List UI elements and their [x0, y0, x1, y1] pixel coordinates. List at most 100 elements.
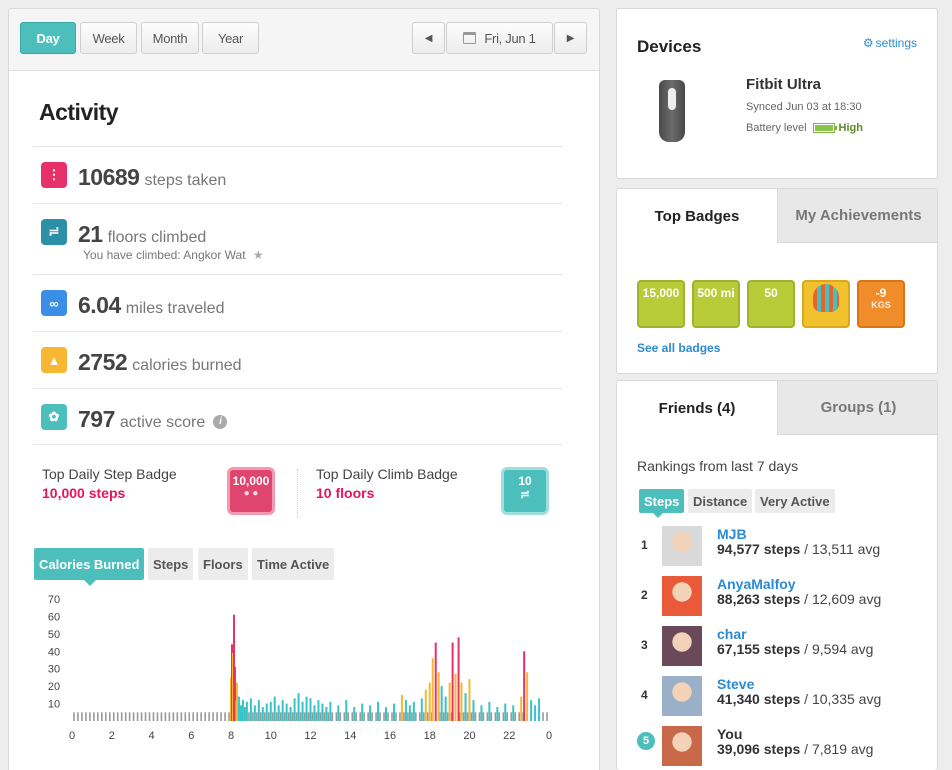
info-icon[interactable]: i — [213, 415, 228, 429]
chart-bar[interactable] — [520, 696, 523, 721]
friend-name[interactable]: AnyaMalfoy — [717, 576, 796, 592]
chart-bar[interactable] — [317, 700, 320, 721]
chart-bar[interactable] — [265, 703, 268, 721]
chart-bar[interactable] — [325, 707, 328, 721]
chart-bar[interactable] — [313, 705, 316, 721]
chart-bar[interactable] — [404, 700, 407, 721]
chart-bar[interactable] — [431, 658, 434, 721]
chart-bar[interactable] — [241, 700, 244, 721]
tab-year[interactable]: Year — [202, 22, 259, 54]
chart-bar[interactable] — [454, 673, 457, 721]
chart-bar[interactable] — [253, 705, 256, 721]
chart-bar[interactable] — [245, 701, 248, 721]
chart-bar[interactable] — [273, 696, 276, 721]
tab-week[interactable]: Week — [80, 22, 137, 54]
chart-bar[interactable] — [480, 705, 483, 721]
chart-bar[interactable] — [235, 682, 238, 721]
chart-bar[interactable] — [408, 705, 411, 721]
chart-bar[interactable] — [448, 682, 451, 721]
chart-bar[interactable] — [281, 700, 284, 721]
trophy-badge-icon[interactable]: 500 mi — [692, 280, 740, 328]
chart-bar[interactable] — [377, 701, 380, 721]
filter-distance[interactable]: Distance — [688, 489, 753, 513]
chart-bar[interactable] — [428, 682, 431, 721]
chart-tab-floors[interactable]: Floors — [198, 548, 248, 580]
chart-bar[interactable] — [424, 689, 427, 721]
chart-bar[interactable] — [329, 701, 332, 721]
tab-day[interactable]: Day — [20, 22, 76, 54]
chart-bar[interactable] — [345, 700, 348, 721]
chart-tab-time-active[interactable]: Time Active — [252, 548, 335, 580]
chart-bar[interactable] — [420, 698, 423, 721]
chart-bar[interactable] — [504, 703, 507, 721]
chart-bar[interactable] — [277, 705, 280, 721]
tab-month[interactable]: Month — [141, 22, 199, 54]
climb-badge-icon[interactable]: 10 ≓ — [501, 467, 549, 515]
chart-bar[interactable] — [269, 701, 272, 721]
avatar[interactable] — [662, 726, 702, 766]
next-day-button[interactable]: ▶ — [554, 22, 587, 54]
chart-bar[interactable] — [361, 703, 364, 721]
chart-bar[interactable] — [496, 707, 499, 721]
see-all-badges-link[interactable]: See all badges — [637, 341, 720, 355]
chart-bar[interactable] — [460, 682, 463, 721]
tab-my-achievements[interactable]: My Achievements — [777, 189, 937, 243]
chart-bar[interactable] — [526, 672, 529, 721]
tab-friends[interactable]: Friends (4) — [617, 381, 777, 435]
chart-bar[interactable] — [434, 642, 437, 721]
chart-bar[interactable] — [309, 698, 312, 721]
chart-bar[interactable] — [538, 698, 541, 721]
avatar[interactable] — [662, 526, 702, 566]
chart-bar[interactable] — [243, 707, 246, 721]
chart-bar[interactable] — [440, 686, 443, 721]
chart-bar[interactable] — [400, 694, 403, 721]
chart-bar[interactable] — [464, 693, 467, 721]
chart-bar[interactable] — [321, 703, 324, 721]
avatar[interactable] — [662, 576, 702, 616]
chart-bar[interactable] — [369, 705, 372, 721]
chart-bar[interactable] — [239, 705, 242, 721]
chart-bar[interactable] — [444, 696, 447, 721]
avatar[interactable] — [662, 676, 702, 716]
step-badge-icon[interactable]: 10,000 ● ● — [227, 467, 275, 515]
chart-bar[interactable] — [301, 701, 304, 721]
chart-bar[interactable] — [523, 651, 526, 721]
chart-bar[interactable] — [289, 707, 292, 721]
chart-tab-steps[interactable]: Steps — [148, 548, 194, 580]
settings-link[interactable]: ⚙ settings — [863, 36, 917, 50]
filter-very-active[interactable]: Very Active — [755, 489, 835, 513]
chart-bar[interactable] — [488, 701, 491, 721]
filter-steps[interactable]: Steps — [639, 489, 685, 518]
weight-loss-badge-icon[interactable]: -9 KGS — [857, 280, 905, 328]
stairs-badge-icon[interactable]: 50 — [747, 280, 795, 328]
chart-bar[interactable] — [261, 707, 264, 721]
friend-name[interactable]: char — [717, 626, 747, 642]
chart-bar[interactable] — [249, 698, 252, 721]
chart-bar[interactable] — [297, 693, 300, 721]
chart-bar[interactable] — [457, 637, 460, 721]
chart-bar[interactable] — [534, 705, 537, 721]
chart-bar[interactable] — [472, 700, 475, 721]
friend-name[interactable]: Steve — [717, 676, 754, 692]
chart-bar[interactable] — [337, 705, 340, 721]
chart-bar[interactable] — [412, 701, 415, 721]
chart-bar[interactable] — [293, 698, 296, 721]
chart-bar[interactable] — [451, 642, 454, 721]
balloon-badge-icon[interactable] — [802, 280, 850, 328]
tab-groups[interactable]: Groups (1) — [777, 381, 937, 435]
friend-name[interactable]: MJB — [717, 526, 747, 542]
tab-top-badges[interactable]: Top Badges — [617, 189, 777, 243]
avatar[interactable] — [662, 626, 702, 666]
date-picker[interactable]: Fri, Jun 1 — [446, 22, 553, 54]
chart-bar[interactable] — [285, 703, 288, 721]
chart-tab-calories[interactable]: Calories Burned — [34, 548, 145, 586]
chart-bar[interactable] — [353, 707, 356, 721]
chart-bar[interactable] — [512, 705, 515, 721]
chart-bar[interactable] — [392, 703, 395, 721]
prev-day-button[interactable]: ◀ — [412, 22, 445, 54]
chart-bar[interactable] — [468, 679, 471, 721]
steps-badge-icon[interactable]: 15,000 — [637, 280, 685, 328]
chart-bar[interactable] — [385, 707, 388, 721]
chart-bar[interactable] — [257, 700, 260, 721]
chart-bar[interactable] — [237, 696, 240, 721]
